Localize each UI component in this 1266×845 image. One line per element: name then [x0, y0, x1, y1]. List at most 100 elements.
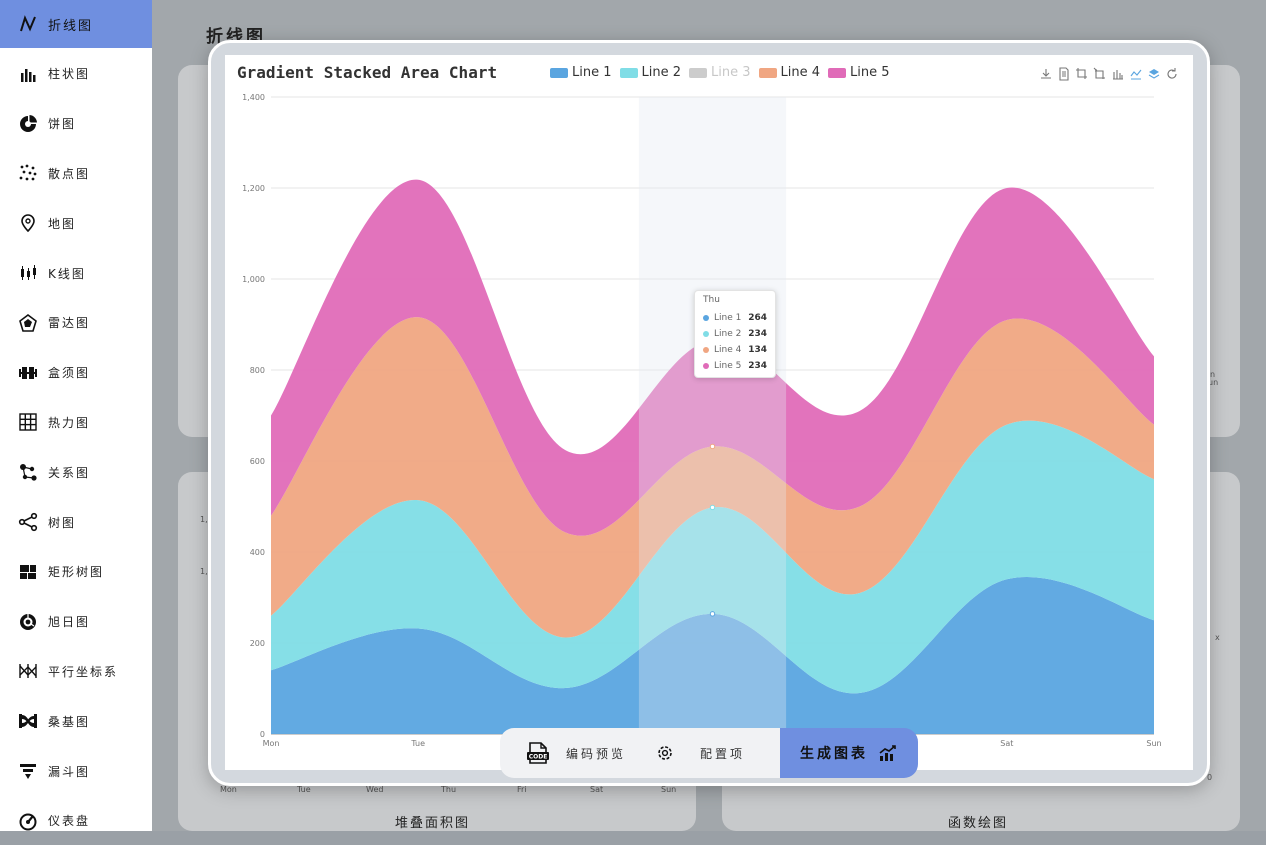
sidebar-item-5[interactable]: K线图 — [0, 249, 152, 297]
tab-config-label: 配置项 — [700, 746, 746, 761]
generate-chart-button[interactable]: 生成图表 — [780, 728, 918, 778]
chart-toolbox — [1039, 67, 1179, 81]
stack-icon[interactable] — [1147, 67, 1161, 81]
tooltip-series-value: 234 — [748, 361, 767, 371]
y-tick-label: 200 — [250, 639, 265, 648]
restore-icon[interactable] — [1165, 67, 1179, 81]
sidebar: 折线图柱状图 饼图散点图地图 K线图雷达图盒须图 热力图关系图树图矩形树图旭日图平行坐… — [0, 0, 153, 831]
bar-switch-icon[interactable] — [1111, 67, 1125, 81]
y-tick-label: 600 — [250, 457, 265, 466]
bg-tick: 1, — [200, 567, 208, 576]
chart-title: Gradient Stacked Area Chart — [237, 63, 498, 82]
data-point — [709, 504, 716, 511]
line-switch-icon[interactable] — [1129, 67, 1143, 81]
sidebar-item-16[interactable]: 仪表盘 — [0, 797, 152, 845]
sidebar-item-label: 旭日图 — [48, 615, 91, 630]
sidebar-item-12[interactable]: 旭日图 — [0, 598, 152, 646]
sidebar-item-9[interactable]: 关系图 — [0, 448, 152, 496]
sidebar-item-0[interactable]: 折线图 — [0, 0, 152, 48]
tooltip-series-value: 234 — [748, 329, 767, 339]
y-tick-label: 400 — [250, 548, 265, 557]
sidebar-item-label: 雷达图 — [48, 316, 91, 331]
axis-pointer-shadow — [638, 97, 787, 734]
bg-tick: x — [1215, 633, 1220, 642]
tooltip-row: Line 4 134 — [703, 342, 767, 358]
tooltip-series-name: Line 1 — [714, 313, 742, 323]
tooltip-dot — [703, 315, 709, 321]
data-point — [709, 443, 716, 450]
tooltip-row: Line 5 234 — [703, 358, 767, 374]
sidebar-item-label: 平行坐标系 — [48, 664, 119, 679]
line-chart-icon — [18, 14, 38, 34]
sidebar-item-1[interactable]: 柱状图 — [0, 50, 152, 98]
tooltip-dot — [703, 331, 709, 337]
legend-label: Line 1 — [572, 65, 612, 80]
legend-item[interactable]: Line 4 — [758, 65, 820, 80]
parallel-icon — [18, 661, 38, 681]
bg-tick: Sun — [661, 785, 677, 794]
legend-item[interactable]: Line 3 — [689, 65, 751, 80]
sidebar-item-label: 桑基图 — [48, 714, 91, 729]
legend-swatch — [828, 67, 846, 78]
chart-tooltip: Thu Line 1 264 Line 2 234 Line 4 134 Line 5 234 — [694, 290, 776, 378]
legend-label: Line 3 — [711, 65, 751, 80]
sidebar-item-10[interactable]: 树图 — [0, 498, 152, 546]
legend-label: Line 2 — [641, 65, 682, 80]
sidebar-item-label: 散点图 — [48, 166, 91, 181]
legend-item[interactable]: Line 2 — [619, 65, 682, 80]
sidebar-item-14[interactable]: 桑基图 — [0, 697, 152, 745]
x-tick-label: Mon — [263, 739, 280, 748]
heatmap-icon — [18, 412, 38, 432]
tooltip-dot — [703, 363, 709, 369]
sidebar-item-4[interactable]: 地图 — [0, 199, 152, 247]
sidebar-item-label: 地图 — [48, 216, 77, 231]
bg-tick: Sat — [590, 785, 604, 794]
tooltip-dot — [703, 347, 709, 353]
sidebar-item-15[interactable]: 漏斗图 — [0, 747, 152, 795]
sunburst-icon — [18, 612, 38, 632]
scatter-chart-icon — [18, 163, 38, 183]
sidebar-item-7[interactable]: 盒须图 — [0, 349, 152, 397]
bottom-tabs: CODE 编码预览 配置项 生成图表 — [500, 728, 918, 778]
stacked-area-chart[interactable]: 02004006008001,0001,2001,400MonTueWedThu… — [225, 55, 1193, 770]
sidebar-item-label: 矩形树图 — [48, 565, 105, 580]
funnel-icon — [18, 761, 38, 781]
bg-tick: 0 — [1207, 773, 1213, 782]
sidebar-item-6[interactable]: 雷达图 — [0, 299, 152, 347]
gauge-icon — [18, 811, 38, 831]
sidebar-item-label: 仪表盘 — [48, 814, 91, 829]
data-point — [709, 611, 716, 617]
chart-panel: 02004006008001,0001,2001,400MonTueWedThu… — [225, 55, 1193, 770]
tooltip-row: Line 1 264 — [703, 310, 767, 326]
y-tick-label: 800 — [250, 366, 265, 375]
y-tick-label: 1,400 — [242, 93, 265, 102]
data-view-icon[interactable] — [1057, 67, 1071, 81]
x-tick-label: Sun — [1146, 739, 1161, 748]
tab-config[interactable]: 配置项 — [656, 744, 745, 762]
tab-code-preview[interactable]: CODE 编码预览 — [526, 742, 626, 764]
sidebar-item-3[interactable]: 散点图 — [0, 149, 152, 197]
chart-legend: Line 1 Line 2 Line 3 Line 4 Line 5 — [550, 65, 890, 80]
sidebar-item-8[interactable]: 热力图 — [0, 398, 152, 446]
graph-icon — [18, 462, 38, 482]
bg-tick: Mon — [220, 785, 237, 794]
sidebar-item-label: 树图 — [48, 515, 77, 530]
sidebar-item-11[interactable]: 矩形树图 — [0, 548, 152, 596]
tree-icon — [18, 512, 38, 532]
legend-item[interactable]: Line 5 — [828, 65, 890, 80]
zoom-reset-icon[interactable] — [1093, 67, 1107, 81]
zoom-icon[interactable] — [1075, 67, 1089, 81]
y-tick-label: 1,000 — [242, 275, 265, 284]
legend-item[interactable]: Line 1 — [550, 65, 612, 80]
sidebar-item-13[interactable]: 平行坐标系 — [0, 647, 152, 695]
sidebar-item-2[interactable]: 饼图 — [0, 100, 152, 148]
sidebar-item-label: 关系图 — [48, 465, 91, 480]
tooltip-series-name: Line 4 — [714, 345, 742, 355]
radar-icon — [18, 313, 38, 333]
svg-text:CODE: CODE — [529, 754, 548, 761]
sankey-icon — [18, 711, 38, 731]
legend-swatch — [758, 67, 777, 78]
generate-chart-label: 生成图表 — [800, 746, 868, 762]
download-icon[interactable] — [1039, 67, 1053, 81]
sidebar-item-label: 折线图 — [48, 18, 94, 34]
